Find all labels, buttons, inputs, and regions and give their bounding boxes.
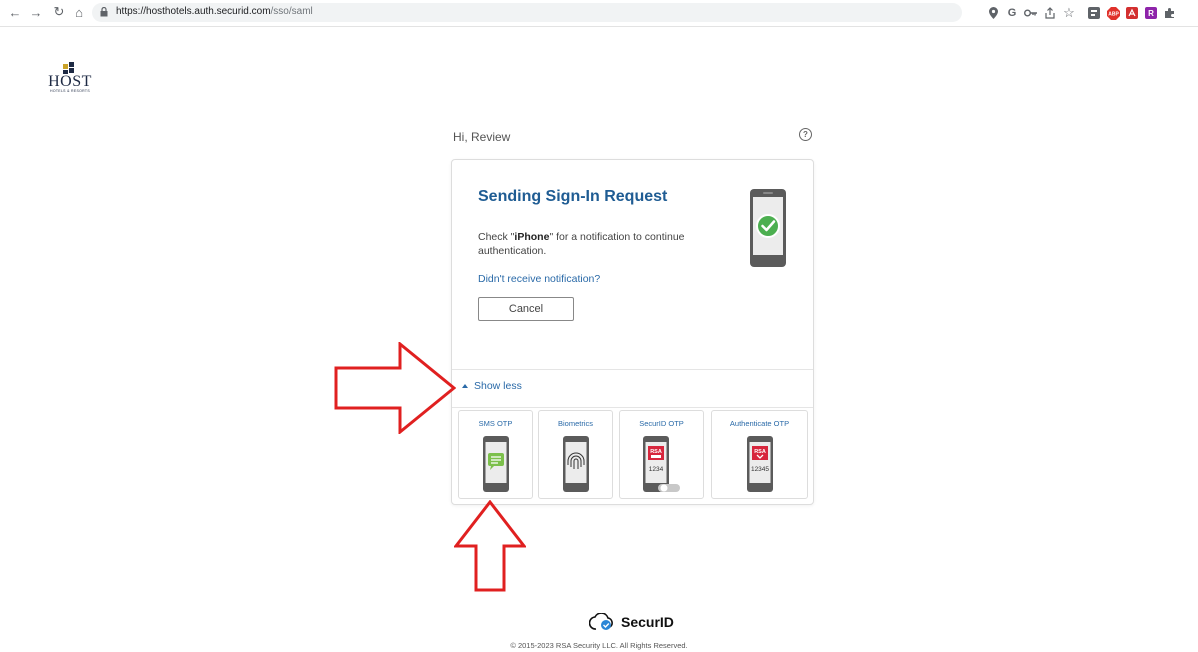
logo-wordmark: HOST	[48, 73, 92, 90]
method-authenticate-otp[interactable]: Authenticate OTP RSA 12345	[711, 410, 808, 499]
location-icon[interactable]	[985, 5, 1001, 21]
securid-otp-phone-icon: RSA 1234	[642, 436, 680, 492]
caret-up-icon	[462, 384, 468, 388]
method-sms-otp[interactable]: SMS OTP	[458, 410, 533, 499]
securid-logo: SecurID	[589, 613, 674, 631]
back-icon[interactable]: ←	[6, 3, 24, 21]
method-securid-otp[interactable]: SecurID OTP RSA 1234	[619, 410, 704, 499]
extension-icon[interactable]: R	[1143, 5, 1159, 21]
logo-tagline: HOTELS & RESORTS	[50, 89, 90, 93]
password-key-icon[interactable]	[1023, 5, 1039, 21]
annotation-arrow-up-icon	[454, 500, 526, 592]
svg-text:R: R	[1148, 9, 1154, 18]
greeting-text: Hi, Review	[453, 130, 511, 144]
divider	[452, 369, 813, 370]
reload-icon[interactable]: ↻	[50, 3, 68, 21]
browser-toolbar: ← → ↻ ⌂ https://hosthotels.auth.securid.…	[0, 0, 1198, 27]
bookmark-star-icon[interactable]: ☆	[1061, 5, 1077, 21]
cancel-button[interactable]: Cancel	[478, 297, 574, 321]
svg-text:RSA: RSA	[754, 449, 766, 455]
device-name: iPhone	[514, 231, 550, 243]
google-icon[interactable]: G	[1004, 5, 1020, 21]
address-bar[interactable]: https://hosthotels.auth.securid.com/sso/…	[92, 3, 962, 22]
annotation-arrow-right-icon	[334, 342, 456, 434]
forward-icon[interactable]: →	[27, 3, 45, 21]
phone-check-icon	[750, 189, 786, 267]
cloud-check-icon	[589, 613, 613, 630]
show-less-toggle[interactable]: Show less	[462, 380, 522, 392]
fingerprint-phone-icon	[562, 436, 589, 492]
method-label: Biometrics	[557, 419, 593, 428]
svg-text:1234: 1234	[648, 466, 663, 473]
didnt-receive-link[interactable]: Didn't receive notification?	[478, 273, 600, 285]
svg-text:12345: 12345	[750, 466, 768, 473]
url-text: https://hosthotels.auth.securid.com/sso/…	[116, 6, 313, 17]
method-biometrics[interactable]: Biometrics	[538, 410, 613, 499]
sms-phone-icon	[482, 436, 509, 492]
svg-text:RSA: RSA	[650, 449, 662, 455]
host-hotels-logo: HOST HOTELS & RESORTS	[46, 62, 94, 94]
adblock-icon[interactable]: ABP	[1105, 5, 1121, 21]
auth-methods: SMS OTP Biometrics SecurID OTP RSA 1234 …	[458, 410, 808, 499]
puzzle-icon[interactable]	[1162, 5, 1178, 21]
home-icon[interactable]: ⌂	[70, 3, 88, 21]
extension-icon[interactable]	[1086, 5, 1102, 21]
divider	[452, 407, 813, 408]
share-icon[interactable]	[1042, 5, 1058, 21]
method-label: SecurID OTP	[639, 419, 684, 428]
method-label: SMS OTP	[478, 419, 513, 428]
pdf-icon[interactable]	[1124, 5, 1140, 21]
svg-text:ABP: ABP	[1108, 11, 1119, 17]
card-title: Sending Sign-In Request	[478, 188, 668, 205]
lock-icon	[100, 7, 108, 17]
notification-message: Check "iPhone" for a notification to con…	[478, 231, 685, 257]
authenticate-otp-phone-icon: RSA 12345	[746, 436, 773, 492]
securid-brand: SecurID	[621, 614, 674, 630]
show-less-label: Show less	[474, 380, 522, 392]
copyright-text: © 2015-2023 RSA Security LLC. All Rights…	[510, 641, 688, 650]
help-icon[interactable]: ?	[799, 128, 812, 141]
method-label: Authenticate OTP	[729, 419, 790, 428]
sign-in-card: Sending Sign-In Request Check "iPhone" f…	[451, 159, 814, 505]
